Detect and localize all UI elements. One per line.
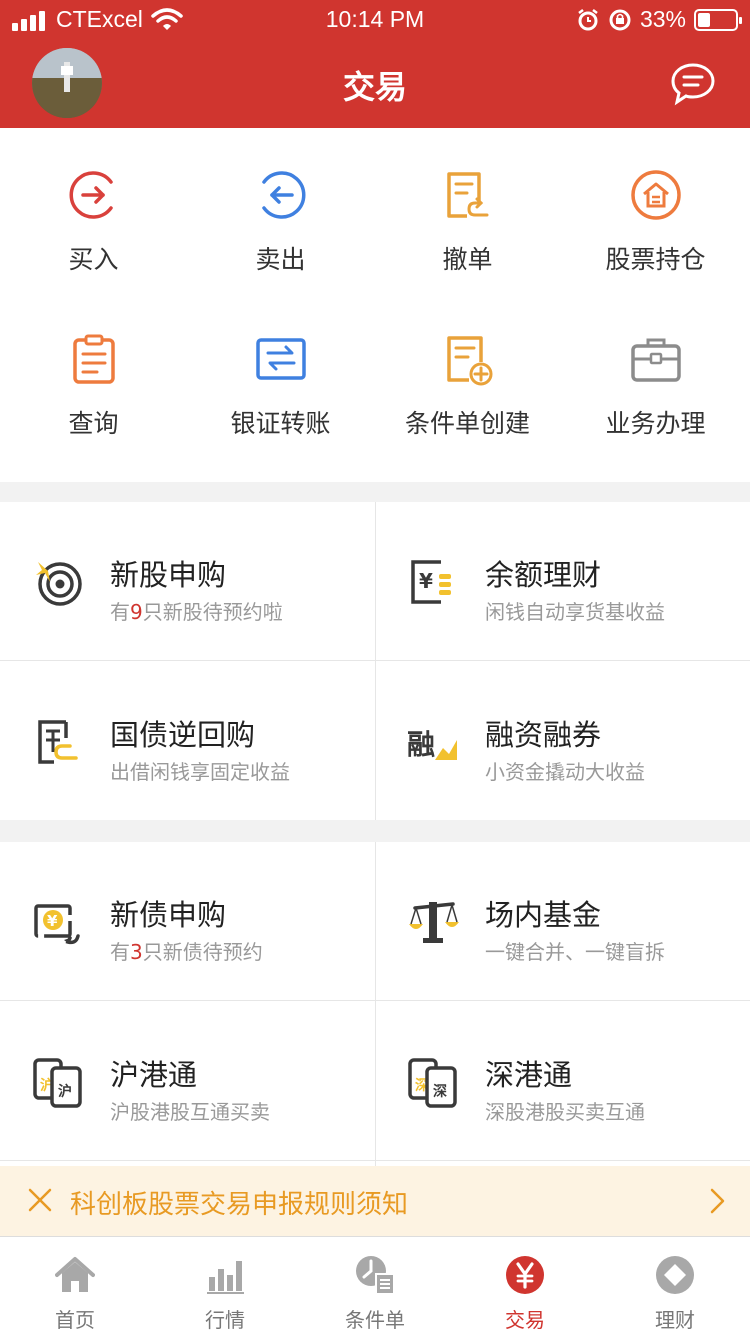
tab-label: 理财 <box>655 1308 695 1332</box>
query-icon <box>72 334 115 384</box>
bottom-tab-bar: 首页 行情 条件单 交易 理财 <box>0 1236 750 1334</box>
transfer-icon <box>255 338 306 380</box>
battery-icon <box>694 8 742 31</box>
rotation-lock-icon <box>609 9 631 30</box>
service-name: 场内基金 <box>485 898 602 932</box>
quick-actions-panel: 买入 卖出 撤单 股票持仓 查询 银证转账 条件单创建 业务办理 <box>0 128 750 482</box>
tab-label: 首页 <box>55 1308 95 1332</box>
service-desc: 闲钱自动享货基收益 <box>485 600 665 624</box>
scale-icon <box>409 902 459 943</box>
sell-icon <box>261 171 305 219</box>
buy-icon <box>69 171 113 219</box>
close-icon[interactable] <box>26 1186 54 1214</box>
tab-wealth[interactable]: 理财 <box>600 1237 750 1334</box>
business-icon <box>630 338 681 382</box>
service-desc: 沪股港股互通买卖 <box>110 1100 270 1124</box>
quick-action-create-conditional[interactable]: 条件单创建 <box>374 332 561 440</box>
tab-market[interactable]: 行情 <box>150 1237 300 1334</box>
conditional-order-icon <box>356 1256 394 1294</box>
trade-yen-icon <box>506 1256 544 1294</box>
service-desc: 有3只新债待预约 <box>110 940 263 964</box>
quick-action-query[interactable]: 查询 <box>0 332 187 440</box>
bond-subscription-icon: ¥ <box>34 904 80 945</box>
cancel-order-icon <box>446 172 488 218</box>
create-conditional-order-icon <box>446 336 492 386</box>
services-card-secondary: ¥ 新债申购 有3只新债待预约 场内基金 一键合并、一键盲拆 沪 沪 沪港通 沪… <box>0 842 750 1166</box>
quick-action-buy[interactable]: 买入 <box>0 168 187 276</box>
svg-text:¥: ¥ <box>47 912 58 930</box>
wealth-icon <box>656 1256 694 1294</box>
service-name: 新股申购 <box>110 558 227 592</box>
header-bar: CTExcel 10:14 PM 33% 交易 <box>0 0 750 128</box>
service-bond-subscription[interactable]: ¥ 新债申购 有3只新债待预约 <box>0 842 375 1002</box>
service-desc: 小资金撬动大收益 <box>485 760 645 784</box>
service-desc: 深股港股买卖互通 <box>485 1100 645 1124</box>
quick-action-label: 业务办理 <box>605 409 706 438</box>
quick-action-cancel[interactable]: 撤单 <box>374 168 561 276</box>
page-title: 交易 <box>342 68 407 106</box>
margin-trading-icon: 融 <box>407 728 457 761</box>
battery-percent: 33% <box>639 6 686 32</box>
service-margin-trading[interactable]: 融 融资融券 小资金撬动大收益 <box>375 662 750 822</box>
market-icon <box>207 1261 244 1294</box>
service-name: 余额理财 <box>485 558 602 592</box>
home-icon <box>55 1257 95 1292</box>
service-name: 国债逆回购 <box>110 718 256 752</box>
service-desc: 一键合并、一键盲拆 <box>485 940 665 964</box>
chevron-right-icon[interactable] <box>708 1186 728 1216</box>
holdings-icon <box>630 170 681 220</box>
quick-action-label: 买入 <box>68 245 119 274</box>
treasury-repo-icon <box>38 720 78 764</box>
service-exchange-fund[interactable]: 场内基金 一键合并、一键盲拆 <box>375 842 750 1002</box>
quick-action-business[interactable]: 业务办理 <box>562 332 749 440</box>
quick-action-label: 条件单创建 <box>404 409 530 438</box>
service-desc: 出借闲钱享固定收益 <box>110 760 290 784</box>
alarm-icon <box>578 8 598 30</box>
services-card-primary: 新股申购 有9只新股待预约啦 ¥ 余额理财 闲钱自动享货基收益 国债逆回购 出借… <box>0 502 750 820</box>
quick-action-sell[interactable]: 卖出 <box>187 168 374 276</box>
quick-action-holdings[interactable]: 股票持仓 <box>562 168 749 276</box>
shanghai-hk-connect-icon: 沪 沪 <box>33 1058 82 1108</box>
tab-label: 交易 <box>505 1308 545 1332</box>
svg-text:深: 深 <box>433 1083 447 1100</box>
quick-action-label: 银证转账 <box>230 409 331 438</box>
pending-ipo-count: 9 <box>130 600 143 624</box>
service-shanghai-hk-connect[interactable]: 沪 沪 沪港通 沪股港股互通买卖 <box>0 1002 375 1162</box>
service-ipo[interactable]: 新股申购 有9只新股待预约啦 <box>0 502 375 662</box>
service-desc: 有9只新股待预约啦 <box>110 600 283 624</box>
quick-action-label: 卖出 <box>255 245 306 274</box>
quick-action-transfer[interactable]: 银证转账 <box>187 332 374 440</box>
balance-finance-icon: ¥ <box>411 560 451 604</box>
target-icon <box>36 562 82 606</box>
shenzhen-hk-connect-icon: 深 深 <box>408 1058 457 1108</box>
tab-label: 行情 <box>205 1308 245 1332</box>
quick-action-label: 查询 <box>68 409 119 438</box>
tab-trade[interactable]: 交易 <box>450 1237 600 1334</box>
status-bar: CTExcel 10:14 PM 33% <box>0 0 750 40</box>
notice-banner[interactable]: 科创板股票交易申报规则须知 <box>0 1166 750 1236</box>
svg-text:¥: ¥ <box>419 569 433 593</box>
service-name: 新债申购 <box>110 898 227 932</box>
tab-home[interactable]: 首页 <box>0 1237 150 1334</box>
service-reverse-repo[interactable]: 国债逆回购 出借闲钱享固定收益 <box>0 662 375 822</box>
service-name: 融资融券 <box>485 718 602 752</box>
tab-label: 条件单 <box>345 1308 405 1332</box>
quick-action-label: 撤单 <box>442 245 493 274</box>
service-name: 深港通 <box>485 1058 573 1092</box>
pending-bond-count: 3 <box>130 940 143 964</box>
svg-text:融: 融 <box>407 728 435 761</box>
notice-text[interactable]: 科创板股票交易申报规则须知 <box>70 1184 408 1221</box>
svg-text:沪: 沪 <box>58 1083 72 1100</box>
service-shenzhen-hk-connect[interactable]: 深 深 深港通 深股港股买卖互通 <box>375 1002 750 1162</box>
message-icon[interactable] <box>670 62 716 106</box>
quick-action-label: 股票持仓 <box>605 245 706 274</box>
service-balance-finance[interactable]: ¥ 余额理财 闲钱自动享货基收益 <box>375 502 750 662</box>
tab-conditional-order[interactable]: 条件单 <box>300 1237 450 1334</box>
service-name: 沪港通 <box>110 1058 198 1092</box>
